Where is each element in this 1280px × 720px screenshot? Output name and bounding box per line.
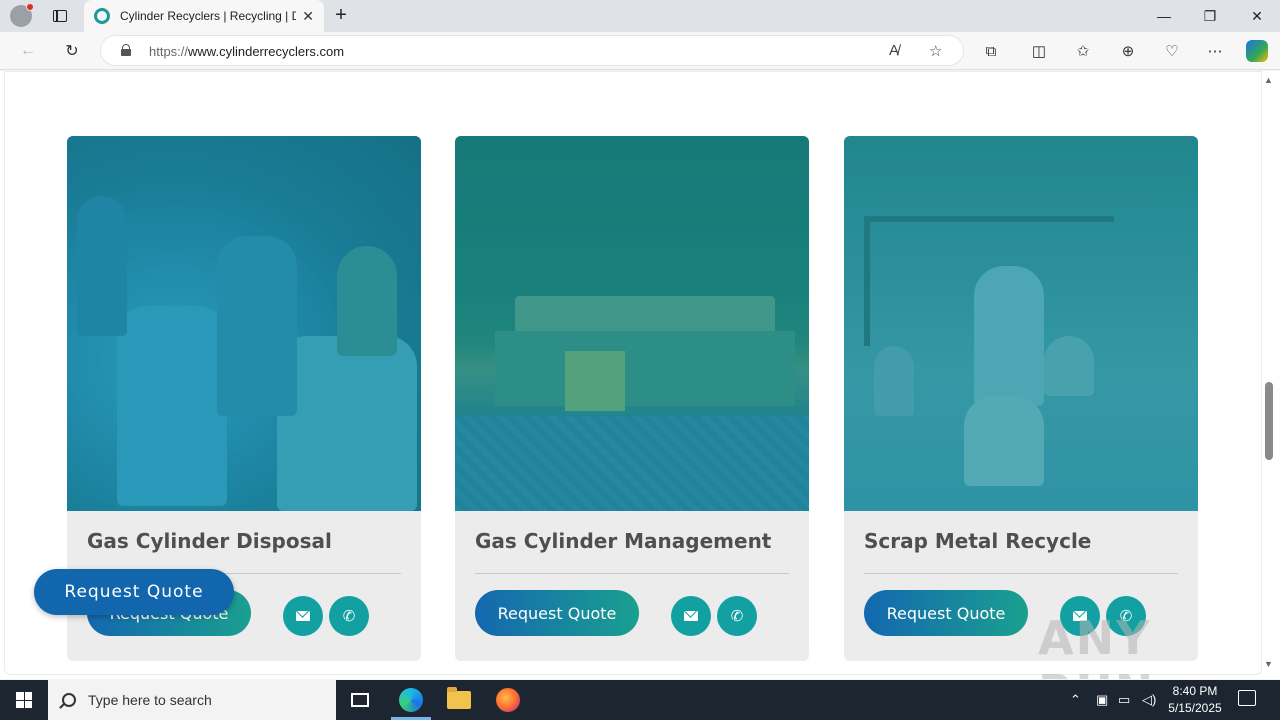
taskbar-file-explorer[interactable] <box>435 680 483 720</box>
request-quote-button[interactable]: Request Quote <box>475 590 639 636</box>
scroll-down-icon[interactable]: ▼ <box>1264 659 1273 669</box>
scroll-thumb[interactable] <box>1265 382 1273 460</box>
split-screen-icon[interactable]: ◫ <box>1028 40 1050 62</box>
call-button[interactable]: ✆ <box>717 596 757 636</box>
windows-logo-icon <box>16 692 32 708</box>
taskbar: Type here to search ⌃ ▣ ▭ ◁) 8:40 PM 5/1… <box>0 680 1280 720</box>
cylinders-photo <box>67 136 421 511</box>
read-aloud-icon[interactable]: A̸ <box>889 42 899 59</box>
page-viewport: ▀▀▀▀ Gas Cylinder Disposal Request Quote… <box>0 71 1280 679</box>
card-title: Gas Cylinder Management <box>475 529 772 553</box>
section-heading-remnant: ▀▀▀▀ <box>565 71 705 76</box>
tab-close-icon[interactable]: ✕ <box>302 8 314 25</box>
tab-title: Cylinder Recyclers | Recycling | D <box>120 9 297 23</box>
firefox-icon <box>496 688 520 712</box>
back-button[interactable]: ← <box>16 39 40 63</box>
call-button[interactable]: ✆ <box>329 596 369 636</box>
edge-icon <box>399 688 423 712</box>
clock-date: 5/15/2025 <box>1168 701 1222 715</box>
close-window-button[interactable]: ✕ <box>1234 0 1280 32</box>
system-clock[interactable]: 8:40 PM 5/15/2025 <box>1160 683 1230 717</box>
volume-icon[interactable]: ◁) <box>1142 680 1156 720</box>
notifications-icon[interactable] <box>1238 690 1256 706</box>
card-title: Gas Cylinder Disposal <box>87 529 332 553</box>
url-text[interactable]: https://www.cylinderrecyclers.com <box>149 44 344 59</box>
extensions-icon[interactable]: ⧉ <box>980 40 1002 62</box>
phone-icon: ✆ <box>342 608 356 625</box>
clock-time: 8:40 PM <box>1172 684 1218 698</box>
folder-icon <box>447 687 471 709</box>
task-view-icon <box>351 693 369 707</box>
service-card-scrap-metal: Scrap Metal Recycle Request Quote ✆ <box>844 136 1198 661</box>
site-favicon-icon <box>94 8 110 24</box>
navigation-bar: ← ↻ https://www.cylinderrecyclers.com A̸… <box>0 32 1280 70</box>
show-hidden-icons[interactable]: ⌃ <box>1070 680 1081 720</box>
envelope-icon <box>296 611 310 621</box>
minimize-button[interactable]: — <box>1141 0 1187 32</box>
scroll-up-icon[interactable]: ▲ <box>1264 75 1273 85</box>
tab-actions-icon[interactable] <box>50 6 70 26</box>
taskbar-edge[interactable] <box>387 680 435 720</box>
taskbar-search[interactable]: Type here to search <box>48 680 336 720</box>
page-scrollbar[interactable]: ▲ ▼ <box>1262 71 1276 675</box>
refresh-button[interactable]: ↻ <box>60 39 84 63</box>
anyrun-watermark: ANY RUN <box>1038 611 1153 679</box>
floating-request-quote-button[interactable]: Request Quote <box>34 569 234 615</box>
card-divider <box>475 573 789 574</box>
scrap-tanks-photo <box>844 136 1198 511</box>
copilot-icon[interactable] <box>1246 40 1268 62</box>
profile-avatar-icon[interactable] <box>10 3 34 27</box>
lock-icon[interactable] <box>121 44 131 56</box>
email-button[interactable] <box>671 596 711 636</box>
settings-more-icon[interactable]: ⋯ <box>1204 40 1226 62</box>
phone-icon: ✆ <box>730 608 744 625</box>
task-view-button[interactable] <box>336 680 384 720</box>
start-button[interactable] <box>0 680 48 720</box>
address-bar[interactable]: https://www.cylinderrecyclers.com A̸ ☆ <box>100 35 964 66</box>
taskbar-firefox[interactable] <box>484 680 532 720</box>
request-quote-button[interactable]: Request Quote <box>864 590 1028 636</box>
network-icon[interactable]: ▭ <box>1118 680 1130 720</box>
browser-essentials-icon[interactable]: ♡ <box>1161 40 1183 62</box>
title-bar: Cylinder Recyclers | Recycling | D ✕ + —… <box>0 0 1280 32</box>
search-placeholder: Type here to search <box>88 692 212 708</box>
restore-button[interactable]: ❐ <box>1187 0 1233 32</box>
favorites-icon[interactable]: ✩ <box>1072 40 1094 62</box>
service-card-management: Gas Cylinder Management Request Quote ✆ <box>455 136 809 661</box>
favorite-star-icon[interactable]: ☆ <box>929 42 942 60</box>
collections-icon[interactable]: ⊕ <box>1117 40 1139 62</box>
card-divider <box>864 573 1178 574</box>
envelope-icon <box>684 611 698 621</box>
cylinder-yard-photo <box>455 136 809 511</box>
new-tab-button[interactable]: + <box>330 4 352 26</box>
browser-tab[interactable]: Cylinder Recyclers | Recycling | D ✕ <box>84 0 324 32</box>
email-button[interactable] <box>283 596 323 636</box>
card-title: Scrap Metal Recycle <box>864 529 1092 553</box>
search-icon <box>62 693 76 707</box>
device-icon[interactable]: ▣ <box>1096 680 1108 720</box>
notification-dot <box>26 3 34 11</box>
